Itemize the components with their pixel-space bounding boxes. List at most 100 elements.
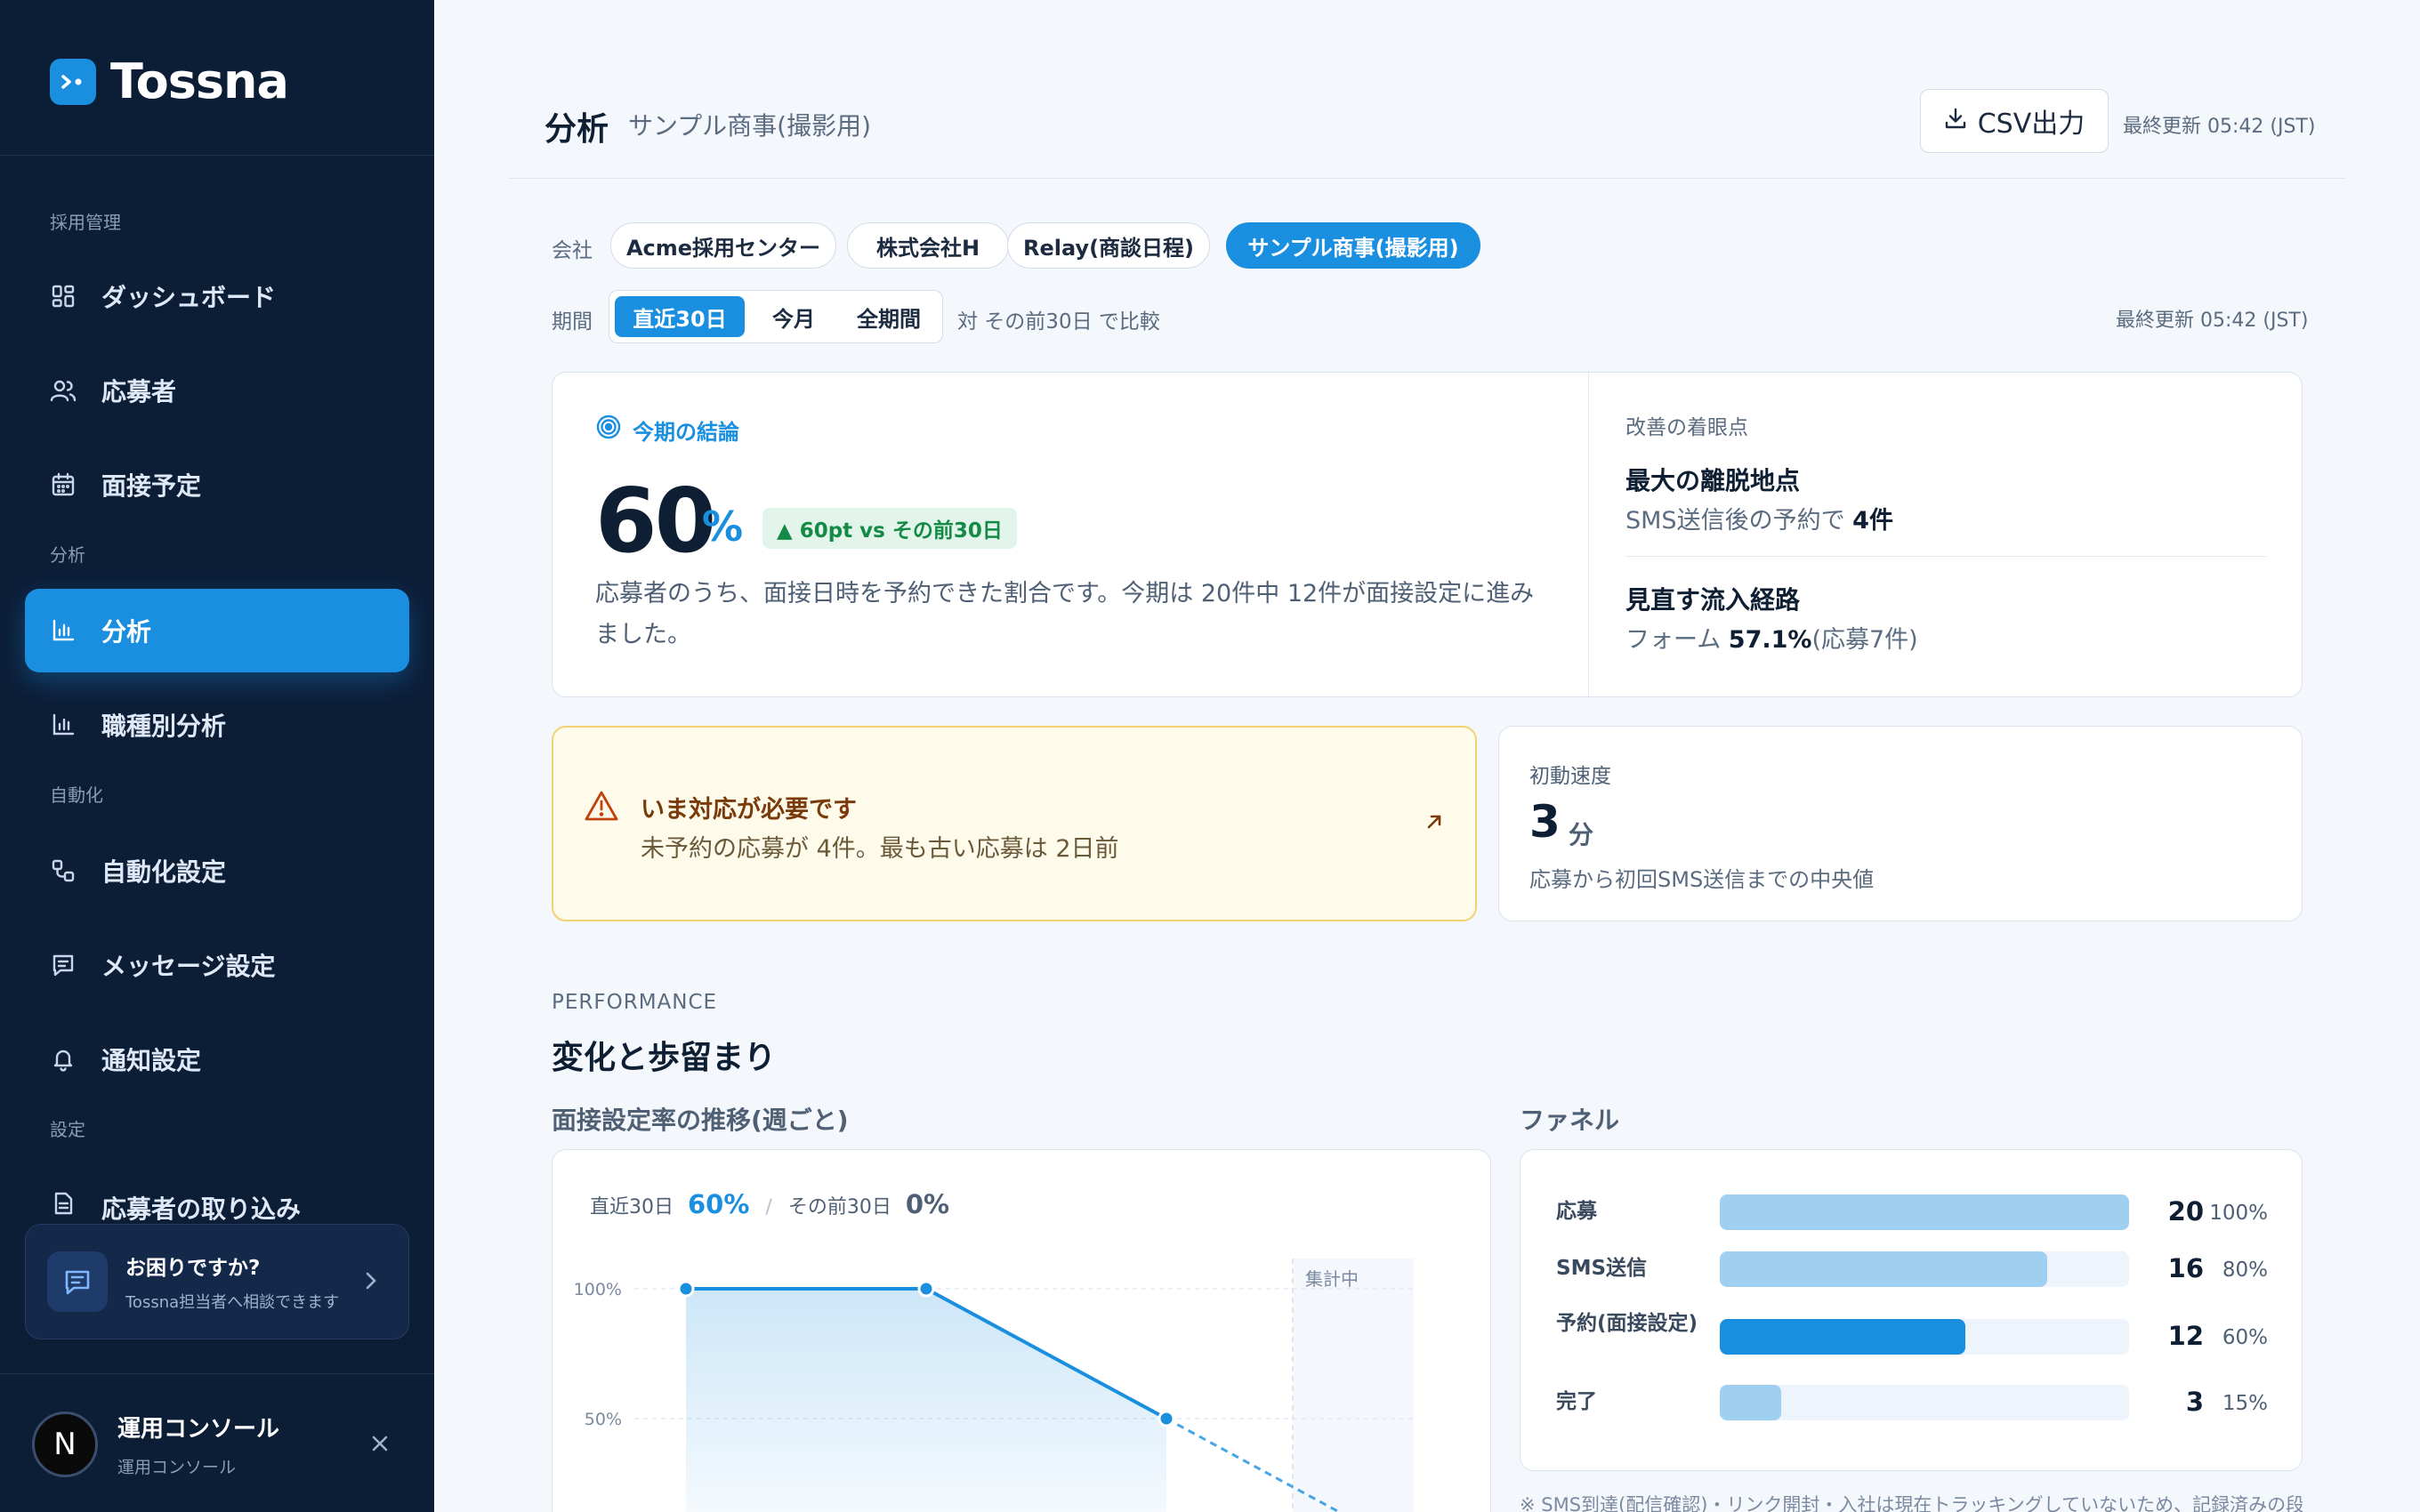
- chevron-right-icon: [364, 1269, 378, 1296]
- company-chip[interactable]: Acme採用センター: [610, 222, 836, 269]
- page-subtitle: サンプル商事(撮影用): [628, 111, 872, 141]
- funnel-note: ※ SMS到達(配信確認)・リンク開封・入社は現在トラッキングしていないため、記…: [1520, 1494, 2303, 1512]
- sidebar-item-messages[interactable]: メッセージ設定: [25, 923, 409, 1007]
- bar-chart-icon: [50, 712, 77, 738]
- alert-description: 未予約の応募が 4件。最も古い応募は 2日前: [641, 835, 1119, 863]
- focus-source-suffix: (応募7件): [1811, 626, 1918, 654]
- trend-chart-card: 直近30日 60% / その前30日 0% 集計中 100% 50%: [552, 1149, 1491, 1512]
- trend-point: [917, 1280, 935, 1298]
- period-segmented-control: 直近30日 今月 全期間: [609, 290, 943, 343]
- sidebar-item-label: 分析: [101, 617, 152, 647]
- avatar: N: [32, 1411, 98, 1477]
- period-option[interactable]: 今月: [754, 296, 834, 337]
- period-option[interactable]: 全期間: [841, 296, 937, 337]
- help-card[interactable]: お困りですか? Tossna担当者へ相談できます: [25, 1224, 409, 1339]
- download-icon: [1944, 106, 1967, 137]
- section-label-analysis: 分析: [50, 544, 85, 566]
- page-title: 分析: [544, 111, 609, 148]
- funnel-pct: 60%: [2222, 1326, 2268, 1349]
- company-chip-selected[interactable]: サンプル商事(撮影用): [1226, 222, 1480, 269]
- sidebar-item-dashboard[interactable]: ダッシュボード: [25, 254, 409, 338]
- in-progress-region: [1293, 1259, 1414, 1512]
- company-chip[interactable]: Relay(商談日程): [1007, 222, 1210, 269]
- sidebar-item-label: 応募者の取り込み: [101, 1194, 302, 1224]
- focus-dropoff-label: SMS送信後の予約で: [1625, 507, 1845, 535]
- sidebar-item-interviews[interactable]: 面接予定: [25, 443, 409, 527]
- funnel-count: 12: [2167, 1321, 2204, 1351]
- brand[interactable]: Tossna: [50, 53, 289, 109]
- funnel-bar: [1720, 1194, 2129, 1230]
- kpi-unit: %: [702, 503, 744, 551]
- sidebar-item-label: 職種別分析: [101, 712, 227, 741]
- period-filter-label: 期間: [552, 310, 593, 334]
- in-progress-label: 集計中: [1305, 1268, 1359, 1290]
- focus-title: 改善の着眼点: [1625, 416, 1748, 439]
- trend-title: 面接設定率の推移(週ごと): [552, 1106, 849, 1135]
- sidebar-item-label: 自動化設定: [101, 857, 227, 887]
- focus-dropoff-value: 4件: [1852, 507, 1893, 535]
- header-divider: [509, 178, 2345, 179]
- trend-point: [677, 1280, 695, 1298]
- csv-export-label: CSV出力: [1977, 109, 2085, 140]
- trend-chart: 集計中 100% 50%: [574, 1259, 1414, 1512]
- kpi-card: 今期の結論 60 % ▲ 60pt vs その前30日 応募者のうち、面接日時を…: [552, 372, 2303, 697]
- brand-logo-icon: [50, 58, 96, 105]
- funnel-count: 20: [2167, 1196, 2204, 1226]
- users-icon: [50, 377, 77, 404]
- funnel-bar: [1720, 1385, 1781, 1420]
- sidebar-item-automation[interactable]: 自動化設定: [25, 829, 409, 913]
- close-icon[interactable]: [368, 1432, 391, 1459]
- bell-icon: [50, 1046, 77, 1073]
- sidebar-divider: [0, 1373, 434, 1374]
- section-title: 変化と歩留まり: [552, 1040, 777, 1076]
- period-option-selected[interactable]: 直近30日: [615, 296, 745, 337]
- trend-point: [1158, 1410, 1175, 1428]
- speed-unit: 分: [1569, 820, 1594, 849]
- funnel-pct: 15%: [2222, 1392, 2268, 1415]
- kpi-description: 応募者のうち、面接日時を予約できた割合です。今期は 20件中 12件が面接設定に…: [595, 580, 1535, 648]
- brand-name: Tossna: [110, 53, 289, 109]
- sidebar-item-label: 通知設定: [101, 1046, 202, 1075]
- y-tick-label: 50%: [585, 1410, 622, 1429]
- kpi-tag: 今期の結論: [595, 414, 739, 446]
- user-role: 運用コンソール: [117, 1458, 237, 1477]
- funnel-bar: [1720, 1251, 2047, 1287]
- kpi-value: 60: [595, 469, 716, 573]
- sidebar: Tossna 採用管理 ダッシュボード 応募者 面接予定 分析 分析 職種別分析…: [0, 0, 434, 1512]
- kpi-delta-badge: ▲ 60pt vs その前30日: [762, 508, 1017, 549]
- sidebar-item-notifications[interactable]: 通知設定: [25, 1017, 409, 1101]
- focus-dropoff-title: 最大の離脱地点: [1625, 466, 1801, 495]
- funnel-stage-label: 応募: [1556, 1200, 1597, 1223]
- company-chip[interactable]: 株式会社H: [847, 222, 1009, 269]
- funnel-row: 予約(面接設定) 12 60%: [1556, 1310, 2268, 1363]
- funnel-bar-track: [1720, 1194, 2129, 1230]
- section-label-settings: 設定: [50, 1119, 85, 1140]
- chat-icon: [47, 1251, 108, 1312]
- speed-description: 応募から初回SMS送信までの中央値: [1529, 867, 1875, 892]
- user-name: 運用コンソール: [117, 1416, 280, 1443]
- trend-area: [686, 1289, 1166, 1512]
- sidebar-item-label: 応募者: [101, 377, 177, 406]
- funnel-count: 16: [2167, 1253, 2204, 1283]
- help-title: お困りですか?: [125, 1257, 261, 1280]
- speed-title: 初動速度: [1529, 765, 1611, 788]
- funnel-bar-track: [1720, 1251, 2129, 1287]
- sidebar-item-analysis[interactable]: 分析: [25, 589, 409, 672]
- funnel-row: SMS送信 16 80%: [1556, 1251, 2268, 1287]
- target-icon: [595, 414, 622, 446]
- calendar-icon: [50, 471, 77, 498]
- sidebar-item-label: ダッシュボード: [101, 283, 277, 312]
- bar-chart-icon: [50, 617, 77, 644]
- compare-text: 対 その前30日 で比較: [957, 310, 1160, 334]
- speed-value: 3: [1529, 796, 1561, 848]
- csv-export-button[interactable]: CSV出力: [1920, 89, 2109, 153]
- funnel-bar-track: [1720, 1385, 2129, 1420]
- section-label-recruit: 採用管理: [50, 212, 121, 233]
- funnel-stage-label: SMS送信: [1556, 1257, 1648, 1280]
- sidebar-item-job-analysis[interactable]: 職種別分析: [25, 683, 409, 767]
- response-speed-card: 初動速度 3 分 応募から初回SMS送信までの中央値: [1498, 726, 2303, 921]
- user-profile[interactable]: N 運用コンソール 運用コンソール: [32, 1411, 279, 1478]
- section-label-automation: 自動化: [50, 784, 103, 806]
- action-alert-card[interactable]: いま対応が必要です 未予約の応募が 4件。最も古い応募は 2日前: [552, 726, 1477, 921]
- sidebar-item-applicants[interactable]: 応募者: [25, 349, 409, 432]
